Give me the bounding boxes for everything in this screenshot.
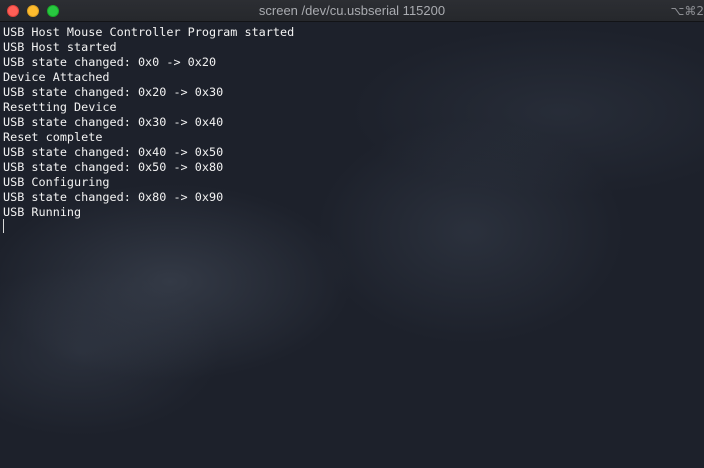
window-title: screen /dev/cu.usbserial 115200: [258, 3, 446, 18]
terminal-line: USB state changed: 0x20 -> 0x30: [3, 85, 224, 99]
terminal-line: USB Host started: [3, 40, 117, 54]
terminal-line: USB Configuring: [3, 175, 110, 189]
text-cursor: [3, 219, 4, 233]
terminal-line: Reset complete: [3, 130, 103, 144]
terminal-lines: USB Host Mouse Controller Program starte…: [3, 25, 294, 220]
terminal-window: screen /dev/cu.usbserial 115200 ⌥⌘2 USB …: [0, 0, 704, 468]
terminal-line: USB Running: [3, 205, 82, 219]
window-shortcut-label: ⌥⌘2: [670, 4, 704, 18]
terminal-line: Resetting Device: [3, 100, 117, 114]
terminal-line: USB state changed: 0x40 -> 0x50: [3, 145, 224, 159]
terminal-line: Device Attached: [3, 70, 110, 84]
terminal-line: USB state changed: 0x80 -> 0x90: [3, 190, 224, 204]
terminal-line: USB state changed: 0x0 -> 0x20: [3, 55, 217, 69]
terminal-line: USB state changed: 0x30 -> 0x40: [3, 115, 224, 129]
title-bar[interactable]: screen /dev/cu.usbserial 115200 ⌥⌘2: [0, 0, 704, 22]
terminal-line: USB Host Mouse Controller Program starte…: [3, 25, 295, 39]
terminal-output-area[interactable]: USB Host Mouse Controller Program starte…: [0, 22, 704, 468]
terminal-line: USB state changed: 0x50 -> 0x80: [3, 160, 224, 174]
